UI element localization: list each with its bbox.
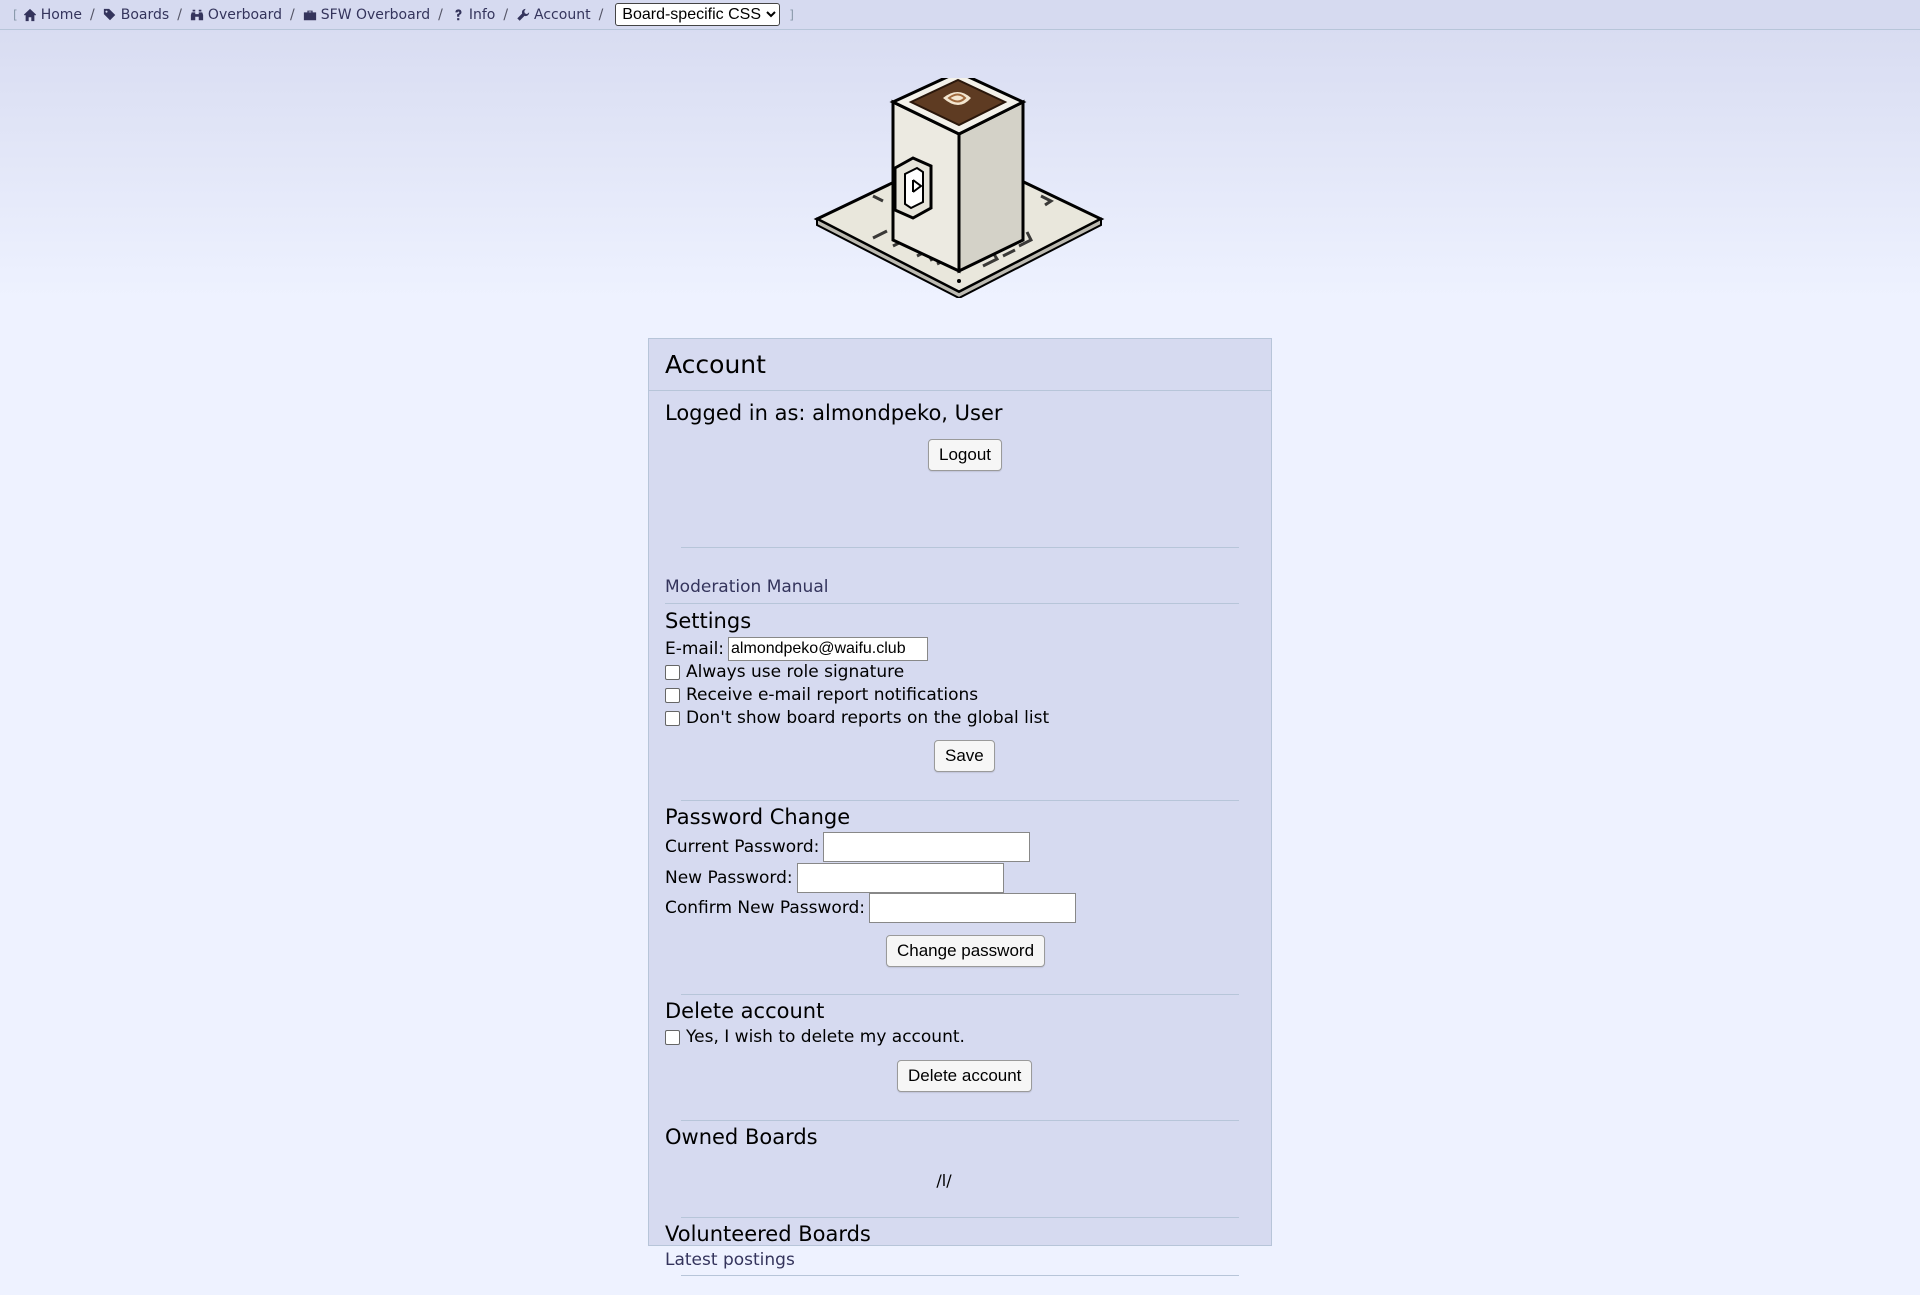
- nav-separator: /: [177, 6, 182, 23]
- latest-postings-link[interactable]: Latest postings: [665, 1250, 795, 1270]
- confirm-password-label: Confirm New Password:: [665, 898, 866, 918]
- nav-account-link[interactable]: Account: [516, 7, 591, 23]
- delete-confirm-option[interactable]: Yes, I wish to delete my account.: [665, 1027, 965, 1047]
- coffee-cup-logo: [813, 78, 1105, 298]
- confirm-password-row: Confirm New Password:: [665, 893, 1077, 923]
- email-label: E-mail:: [665, 639, 725, 659]
- email-field[interactable]: [728, 637, 929, 661]
- nav-info-link[interactable]: Info: [451, 6, 496, 23]
- page-title: Account: [649, 339, 1271, 391]
- confirm-password-field[interactable]: [869, 893, 1077, 923]
- owned-boards-heading: Owned Boards: [665, 1125, 818, 1149]
- divider: [665, 603, 1239, 604]
- nav-home-link[interactable]: Home: [23, 7, 82, 23]
- settings-heading: Settings: [665, 609, 752, 633]
- css-select[interactable]: Board-specific CSS: [615, 3, 781, 26]
- account-panel: Account Logged in as: almondpeko, User L…: [648, 338, 1272, 1276]
- logout-button[interactable]: Logout: [928, 439, 1002, 471]
- new-password-label: New Password:: [665, 868, 793, 888]
- current-password-row: Current Password:: [665, 832, 1031, 862]
- role-signature-checkbox[interactable]: [665, 664, 680, 680]
- nav-boards-label: Boards: [120, 6, 170, 23]
- logged-in-text: Logged in as: almondpeko, User: [665, 401, 1003, 425]
- new-password-field[interactable]: [796, 863, 1004, 893]
- owned-board-link[interactable]: /l/: [649, 1171, 1239, 1190]
- nav-separator: /: [598, 6, 604, 23]
- nav-overboard-link[interactable]: Overboard: [190, 7, 282, 23]
- nav-bracket-open: [: [13, 7, 18, 22]
- nav-separator: /: [503, 6, 509, 23]
- top-nav: [ Home / Boards / Overboard / SFW Overbo…: [0, 0, 1920, 30]
- hide-global-reports-label: Don't show board reports on the global l…: [686, 708, 1050, 728]
- divider: [681, 1275, 1239, 1276]
- delete-confirm-checkbox[interactable]: [665, 1029, 680, 1045]
- divider: [681, 800, 1239, 801]
- binoculars-icon: [190, 9, 204, 20]
- password-heading: Password Change: [665, 805, 851, 829]
- save-button[interactable]: Save: [934, 740, 995, 772]
- email-row: E-mail:: [665, 637, 929, 661]
- nav-bracket-close: ]: [789, 7, 794, 22]
- nav-separator: /: [90, 6, 95, 23]
- nav-separator: /: [290, 6, 295, 23]
- hide-global-reports-checkbox[interactable]: [665, 710, 680, 726]
- divider: [681, 1120, 1239, 1121]
- new-password-row: New Password:: [665, 863, 1004, 893]
- briefcase-icon: [303, 10, 316, 20]
- divider: [681, 994, 1239, 995]
- current-password-label: Current Password:: [665, 837, 820, 857]
- tags-icon: [103, 8, 115, 20]
- nav-account-label: Account: [534, 6, 591, 23]
- option-hide-global-reports[interactable]: Don't show board reports on the global l…: [665, 708, 1049, 728]
- email-reports-label: Receive e-mail report notifications: [686, 685, 979, 705]
- nav-overboard-label: Overboard: [207, 6, 283, 23]
- nav-separator: /: [438, 6, 443, 23]
- delete-account-heading: Delete account: [665, 999, 825, 1023]
- nav-boards-link[interactable]: Boards: [103, 7, 169, 23]
- nav-home-label: Home: [40, 6, 83, 23]
- divider: [681, 1217, 1239, 1218]
- current-password-field[interactable]: [823, 832, 1031, 862]
- divider: [681, 547, 1239, 548]
- email-reports-checkbox[interactable]: [665, 687, 680, 703]
- nav-info-label: Info: [468, 6, 496, 23]
- nav-sfw-overboard-link[interactable]: SFW Overboard: [303, 7, 430, 23]
- role-signature-label: Always use role signature: [686, 662, 905, 682]
- volunteered-boards-heading: Volunteered Boards: [665, 1222, 871, 1246]
- question-icon: [455, 8, 462, 20]
- option-role-signature[interactable]: Always use role signature: [665, 662, 904, 682]
- home-icon: [23, 8, 36, 21]
- delete-account-button[interactable]: Delete account: [897, 1060, 1033, 1092]
- option-email-reports[interactable]: Receive e-mail report notifications: [665, 685, 978, 705]
- nav-sfw-overboard-label: SFW Overboard: [320, 6, 431, 23]
- moderation-manual-link[interactable]: Moderation Manual: [665, 577, 828, 597]
- delete-confirm-label: Yes, I wish to delete my account.: [686, 1027, 965, 1047]
- change-password-button[interactable]: Change password: [886, 935, 1046, 967]
- wrench-icon: [517, 8, 530, 21]
